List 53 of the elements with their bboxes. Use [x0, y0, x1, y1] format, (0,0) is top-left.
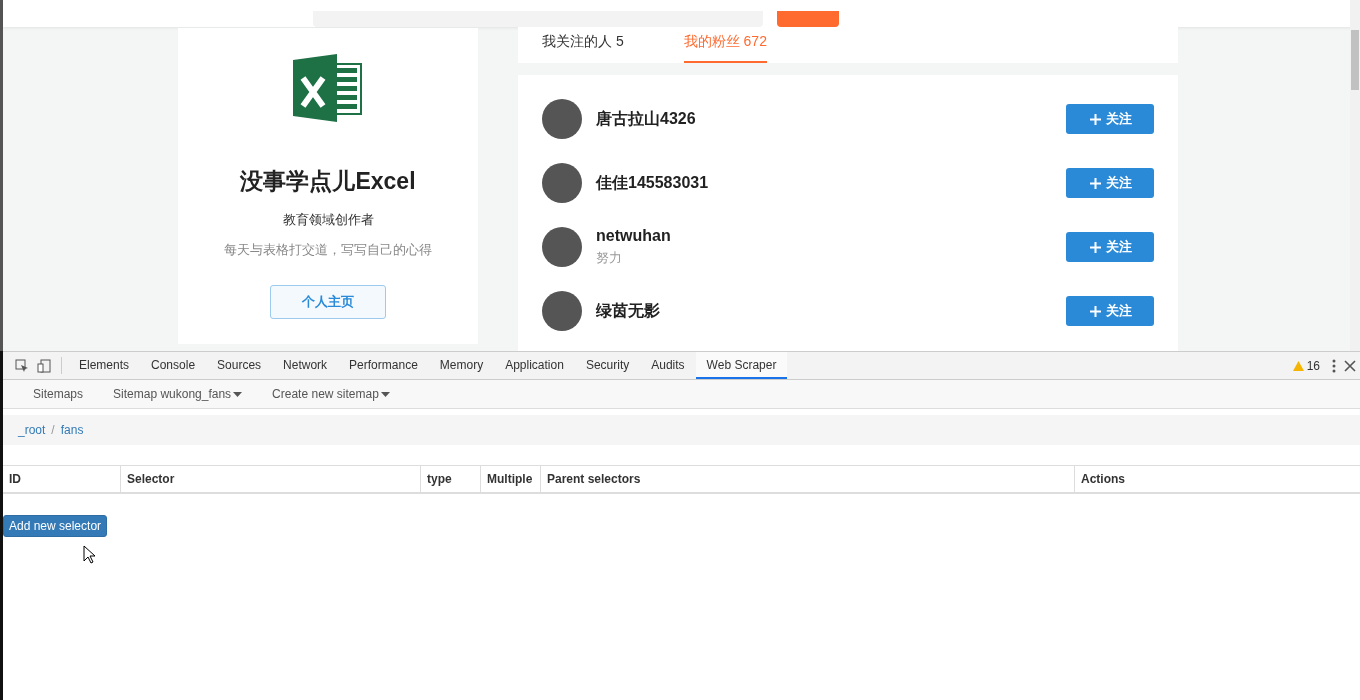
follow-button[interactable]: 关注	[1066, 168, 1154, 198]
breadcrumb-link[interactable]: _root	[18, 423, 46, 437]
plus-icon	[1088, 240, 1102, 254]
plus-icon	[1088, 112, 1102, 126]
plus-icon	[1088, 176, 1102, 190]
add-selector-button[interactable]: Add new selector	[3, 515, 108, 537]
column-header: Selector	[120, 466, 420, 492]
devtools-tab[interactable]: Elements	[68, 352, 141, 379]
avatar-photo	[542, 99, 582, 139]
scrollbar[interactable]	[1350, 0, 1360, 351]
mouse-pointer-icon	[83, 545, 97, 565]
devtools-tab[interactable]: Network	[272, 352, 339, 379]
nav-link[interactable]: Sitemap wukong_fans	[113, 387, 243, 401]
avatar-photo	[542, 291, 582, 331]
column-header: Multiple	[480, 466, 540, 492]
user-name[interactable]: 唐古拉山4326	[596, 108, 1066, 130]
profile-tab[interactable]: 我关注的人 5	[542, 33, 624, 63]
column-header: Actions	[1074, 466, 1360, 492]
nav-link[interactable]: Sitemaps	[33, 387, 84, 401]
warning-icon	[1292, 360, 1304, 371]
devtools-tab[interactable]: Memory	[428, 352, 495, 379]
follow-button[interactable]: 关注	[1066, 296, 1154, 326]
caret-icon	[233, 391, 243, 397]
devtools-tab[interactable]: Console	[140, 352, 207, 379]
user-name[interactable]: 佳佳145583031	[596, 172, 1066, 194]
devtools-tab[interactable]: Application	[494, 352, 575, 379]
avatar-photo	[542, 227, 582, 267]
user-name[interactable]: 绿茵无影	[596, 300, 1066, 322]
profile-motto: 每天与表格打交道，写写自己的心得	[224, 241, 432, 259]
warning-number: 16	[1306, 358, 1320, 373]
devtools-tab[interactable]: Sources	[206, 352, 273, 379]
caret-icon	[380, 391, 390, 397]
column-header: ID	[8, 471, 22, 488]
follow-button[interactable]: 关注	[1066, 232, 1154, 262]
follow-button[interactable]: 关注	[1066, 104, 1154, 134]
devtools-tab[interactable]: Audits	[640, 352, 696, 379]
nav-link[interactable]: Create new sitemap	[272, 387, 390, 401]
column-header: Parent selectors	[540, 466, 1074, 492]
devtools-tab[interactable]: Performance	[338, 352, 429, 379]
warning-count[interactable]: 16	[1284, 352, 1328, 379]
profile-name: 没事学点儿Excel	[240, 167, 416, 196]
spreadsheet-logo-icon	[293, 54, 363, 122]
avatar-photo	[542, 163, 582, 203]
column-header: type	[420, 466, 480, 492]
home-page-button[interactable]: 个人主页	[270, 285, 386, 319]
breadcrumb-link[interactable]: fans	[60, 423, 84, 437]
devtools-tab[interactable]: Security	[574, 352, 641, 379]
plus-icon	[1088, 304, 1102, 318]
user-name[interactable]: netwuhan	[596, 227, 1066, 245]
breadcrumb-separator: /	[51, 423, 55, 437]
profile-role: 教育领域创作者	[282, 211, 374, 229]
user-bio: 努力	[596, 249, 623, 267]
devtools-tab[interactable]: Web Scraper	[695, 352, 788, 379]
